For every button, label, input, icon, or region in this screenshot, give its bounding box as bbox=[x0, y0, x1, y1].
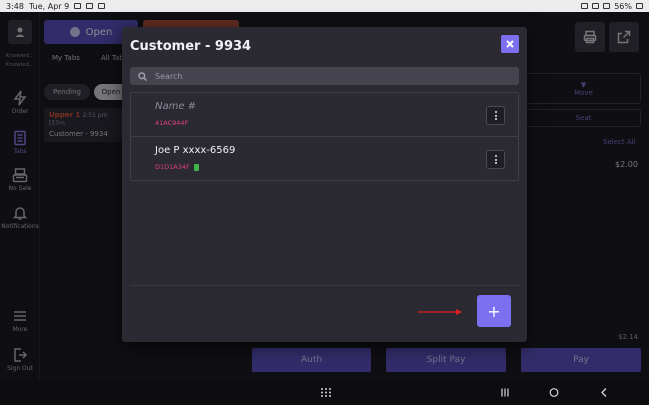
search-input[interactable] bbox=[155, 71, 495, 81]
home-icon[interactable] bbox=[548, 387, 560, 398]
back-icon[interactable] bbox=[598, 387, 610, 398]
list-item[interactable]: Joe P xxxx-6569 D1D1A34F bbox=[131, 136, 518, 179]
kebab-dot bbox=[494, 158, 497, 161]
status-bar: 3:48 Tue, Apr 9 56% bbox=[0, 0, 649, 12]
app-drawer-icon[interactable] bbox=[320, 387, 332, 398]
mute-icon bbox=[592, 3, 600, 9]
close-button[interactable] bbox=[501, 35, 519, 53]
customer-modal: Customer - 9934 Name # 41AC944F Joe P xx… bbox=[122, 27, 527, 342]
modal-title: Customer - 9934 bbox=[130, 39, 252, 54]
gallery-icon bbox=[74, 3, 82, 9]
cast-icon bbox=[98, 3, 106, 9]
customer-list: Name # 41AC944F Joe P xxxx-6569 D1D1A34F bbox=[130, 92, 519, 181]
document-icon bbox=[193, 163, 199, 171]
customer-name: Joe P xxxx-6569 bbox=[155, 145, 236, 156]
battery-percent: 56% bbox=[614, 1, 632, 11]
recents-icon[interactable] bbox=[499, 387, 511, 398]
battery-icon bbox=[636, 3, 643, 9]
more-options-button[interactable] bbox=[486, 150, 505, 169]
status-date: Tue, Apr 9 bbox=[28, 1, 70, 11]
kebab-dot bbox=[494, 114, 497, 117]
customer-code: 41AC944F bbox=[155, 119, 189, 127]
kebab-dot bbox=[494, 162, 497, 164]
wifi-icon bbox=[603, 3, 611, 9]
search-icon bbox=[138, 71, 147, 81]
customer-name: Name # bbox=[155, 101, 197, 112]
annotation-arrow bbox=[418, 309, 462, 315]
search-field[interactable] bbox=[130, 67, 519, 85]
close-icon bbox=[506, 40, 514, 48]
system-nav-bar bbox=[0, 380, 649, 405]
calendar-icon bbox=[86, 3, 94, 9]
kebab-dot bbox=[494, 111, 497, 113]
kebab-dot bbox=[494, 155, 497, 157]
list-item[interactable]: Name # 41AC944F bbox=[131, 93, 518, 136]
battery-saver-icon bbox=[581, 3, 589, 9]
add-customer-button[interactable]: + bbox=[477, 295, 511, 327]
footer-divider bbox=[130, 285, 519, 286]
kebab-dot bbox=[494, 118, 497, 120]
customer-code: D1D1A34F bbox=[155, 163, 199, 171]
more-options-button[interactable] bbox=[486, 106, 505, 125]
status-time: 3:48 bbox=[6, 1, 24, 11]
